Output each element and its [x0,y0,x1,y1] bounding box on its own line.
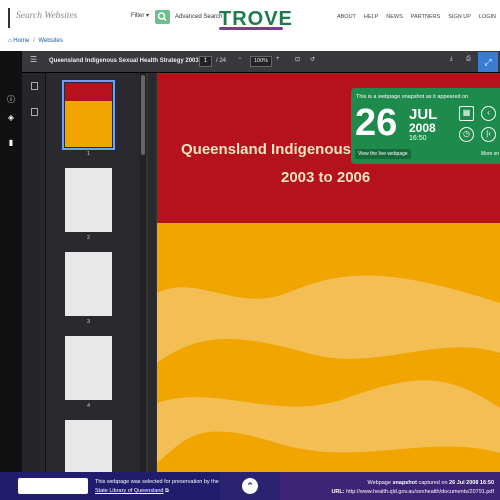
footer-right: Webpage snapshot captured on 26 Jul 2008… [280,472,500,500]
filter-dropdown[interactable]: Filter ▾ [131,12,149,19]
zoom-input[interactable]: 100% [250,56,272,67]
nav-partners[interactable]: PARTNERS [411,14,440,20]
nav-help[interactable]: HELP [364,14,378,20]
nav-about[interactable]: ABOUT [337,14,356,20]
bookmark-icon[interactable]: ▮ [7,139,15,147]
pdf-toolbar: ☰ Queensland Indigenous Sexual Health St… [22,51,500,73]
page-thumbnail[interactable] [62,80,115,150]
layers-icon[interactable]: ◈ [7,114,15,122]
footer-left: This webpage was selected for preservati… [0,472,220,500]
page-thumbnail[interactable] [65,420,112,472]
home-icon: ⌂ [8,38,12,44]
breadcrumb-websites[interactable]: Websites [38,38,63,44]
thumbnails-tab-icon[interactable] [31,82,38,90]
nav-news[interactable]: NEWS [386,14,403,20]
external-link-icon: ⧉ [165,488,169,494]
outline-tab-icon[interactable] [31,108,38,116]
previous-snapshot-icon[interactable]: ‹ [481,106,496,121]
selection-notice: This webpage was selected for preservati… [95,478,219,496]
document-title: Queensland Indigenous Sexual Health Stra… [49,58,206,64]
calendar-icon[interactable]: ▦ [459,106,474,121]
page-number-input[interactable]: 1 [199,56,212,67]
thumbnail-label: 4 [87,403,91,409]
library-logos [18,478,88,494]
breadcrumb-separator: / [32,38,35,44]
search-icon [157,12,167,22]
snapshot-time: 16:50 [409,135,427,142]
footer-middle: ⌃ [220,472,280,500]
nav-login[interactable]: LOGIN [479,14,496,20]
top-nav: ABOUT HELP NEWS PARTNERS SIGN UP LOGIN [337,14,496,20]
snapshot-panel: This is a webpage snapshot as it appeare… [351,88,500,164]
sidebar-scroll-thumb[interactable] [141,75,145,155]
more-snapshots-button[interactable]: More sn [481,151,499,157]
zoom-out-icon[interactable]: − [238,56,242,62]
advanced-search-link[interactable]: Advanced Search [175,14,222,20]
zoom-in-icon[interactable]: + [276,56,280,62]
snapshot-date: 26 Jul 2008 16:50 [449,480,494,486]
snapshot-info: Webpage snapshot captured on 26 Jul 2008… [331,479,494,497]
search-button[interactable] [155,10,170,24]
logo-underline [219,27,283,30]
breadcrumb: ⌂ Home / Websites [8,38,63,44]
snapshot-word: snapshot [392,480,417,486]
print-icon[interactable]: ⎙ [466,56,471,63]
thumbnail-label: 3 [87,319,91,325]
thumbnail-label: 1 [87,151,91,157]
sidebar-tabs [22,73,46,472]
page-thumbnail[interactable] [65,336,112,400]
download-icon[interactable]: ⤓ [450,56,453,63]
first-snapshot-icon[interactable]: |‹ [481,127,496,142]
search-input[interactable]: Search Websites [8,8,128,28]
nav-sign-up[interactable]: SIGN UP [448,14,471,20]
top-bar: Search Websites Filter ▾ Advanced Search… [0,0,500,33]
thumbnail-cover-band [65,83,112,101]
view-live-webpage-button[interactable]: View the live webpage [355,149,411,159]
info-icon[interactable]: ⓘ [7,96,15,104]
selection-text: This webpage was selected for preservati… [95,479,219,485]
snapshot-heading: This is a webpage snapshot as it appeare… [356,94,469,100]
page-total: / 24 [216,58,227,64]
page-thumbnail[interactable] [65,168,112,232]
breadcrumb-home[interactable]: Home [13,38,29,44]
search-placeholder: Search Websites [16,11,78,21]
cover-texture [157,275,500,463]
snapshot-side-strip: ⓘ ◈ ▮ [0,51,22,472]
footer-bar: This webpage was selected for preservati… [0,472,500,500]
cover-subtitle: 2003 to 2006 [281,169,371,186]
url-label: URL: [331,489,345,495]
sidebar-toggle-icon[interactable]: ☰ [30,55,37,64]
scroll-to-top-icon[interactable]: ⌃ [242,478,258,494]
rotate-icon[interactable]: ↺ [310,56,315,63]
fullscreen-icon[interactable]: ⤢ [478,52,498,72]
snapshot-url[interactable]: http://www.health.qld.gov.au/sexhealth/d… [346,489,494,495]
snapshot-mid: captured on [418,480,448,486]
page-thumbnail[interactable] [65,252,112,316]
main-scrollbar[interactable] [148,73,156,472]
thumbnail-label: 2 [87,235,91,241]
snapshot-year: 2008 [409,121,436,135]
clock-icon[interactable]: ◷ [459,127,474,142]
snapshot-prefix: Webpage [367,480,391,486]
snapshot-day: 26 [355,102,398,144]
library-link[interactable]: State Library of Queensland [95,488,164,494]
fit-page-icon[interactable]: ⊡ [295,56,300,63]
